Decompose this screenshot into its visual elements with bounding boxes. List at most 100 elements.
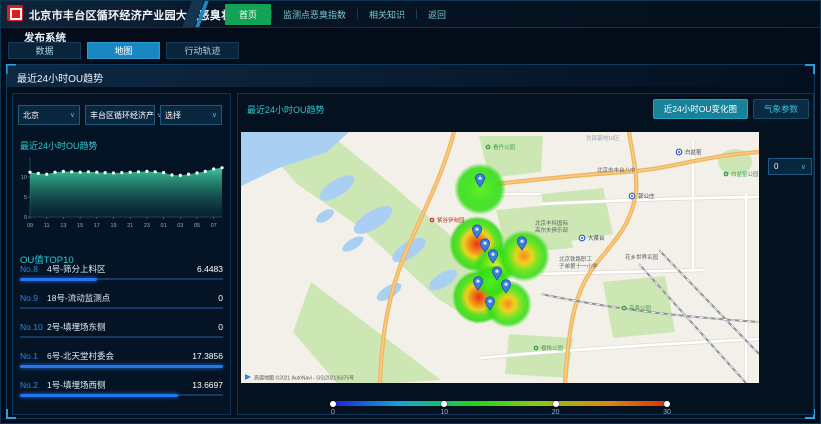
rank-label: No.1 xyxy=(20,351,47,362)
map-panel-title: 最近24小时OU趋势 xyxy=(247,103,325,116)
svg-text:花乡世界名园: 花乡世界名园 xyxy=(625,253,659,261)
legend-tick-label: 10 xyxy=(440,409,448,416)
dashboard-root: 北京市丰台区循环经济产业园大气恶臭状况实时 首页 监测点恶臭指数 相关知识 返回… xyxy=(0,0,821,424)
site-name: 1号-填埋场西侧 xyxy=(47,380,192,391)
city-select[interactable]: 北京 ∨ xyxy=(18,105,80,125)
sidebar-panel: 北京 ∨ 丰台区循环经济产 ∨ 选择 ∨ 最近24小时OU趋势 05100911… xyxy=(12,93,231,415)
tab-data[interactable]: 数据 xyxy=(8,42,81,59)
ou-color-legend: 0 10 20 30 xyxy=(333,400,667,418)
legend-tick-marker xyxy=(664,401,670,407)
rank-label: No.2 xyxy=(20,380,47,391)
svg-text:紫谷伊甸园: 紫谷伊甸园 xyxy=(437,216,465,224)
legend-gradient-bar xyxy=(333,401,667,406)
top-list-row: No.8 4号-筛分上料区 6.4483 xyxy=(20,264,223,293)
svg-text:高德地图 ©2021 AutoNavi - GS(2021): 高德地图 ©2021 AutoNavi - GS(2021)6375号 xyxy=(254,375,354,382)
heatmap-map[interactable]: 看丹公园 总部基地18区白盆窑白盆窑公园 北京市丰台八中郭公庄紫谷伊甸园大葆台 北京丰… xyxy=(241,132,759,383)
svg-text:北京丰科国际: 北京丰科国际 xyxy=(535,219,569,227)
park-select[interactable]: 丰台区循环经济产 ∨ xyxy=(85,105,155,125)
svg-text:总部基地18区: 总部基地18区 xyxy=(586,134,620,142)
site-select-value: 选择 xyxy=(165,110,181,121)
top-list-row: No.2 1号-填埋场西侧 13.6697 xyxy=(20,380,223,409)
svg-text:高尔夫俱乐部: 高尔夫俱乐部 xyxy=(535,226,569,234)
map-panel: 最近24小时OU趋势 近24小时OU变化图 气象参数 看丹公园 总部基地18区白盆… xyxy=(237,93,814,415)
svg-text:北京市丰台八中: 北京市丰台八中 xyxy=(597,166,636,174)
top-list-row: No.1 6号-北天堂村委会 17.3856 xyxy=(20,351,223,380)
ou-trend-chart: 0510091113151719212301030507 xyxy=(16,151,228,229)
legend-tick-marker xyxy=(330,401,336,407)
progress-fill xyxy=(20,394,178,397)
site-name: 6号-北天堂村委会 xyxy=(47,351,192,362)
chevron-down-icon: ∨ xyxy=(801,163,806,171)
svg-text:0: 0 xyxy=(24,215,27,221)
svg-text:白盆窑公园: 白盆窑公园 xyxy=(731,170,759,178)
svg-text:05: 05 xyxy=(194,223,200,229)
svg-text:23: 23 xyxy=(144,223,150,229)
svg-text:13: 13 xyxy=(60,223,66,229)
weather-params-button[interactable]: 气象参数 xyxy=(753,99,809,119)
top-list-row: No.9 18号-流动监测点 0 xyxy=(20,293,223,322)
panel-header xyxy=(7,65,814,87)
park-select-value: 丰台区循环经济产 xyxy=(90,110,154,121)
svg-text:01: 01 xyxy=(161,223,167,229)
map-layer-select-value: 0 xyxy=(774,162,778,171)
tab-track[interactable]: 行动轨迹 xyxy=(166,42,239,59)
chevron-down-icon: ∨ xyxy=(212,111,217,119)
city-select-value: 北京 xyxy=(23,110,39,121)
svg-text:樱桃公园: 樱桃公园 xyxy=(541,344,564,352)
svg-text:大葆台: 大葆台 xyxy=(588,234,605,242)
map-panel-buttons: 近24小时OU变化图 气象参数 xyxy=(653,99,809,119)
svg-text:郭公庄: 郭公庄 xyxy=(638,192,655,200)
panel-title: 最近24小时OU趋势 xyxy=(17,70,103,85)
legend-tick-label: 20 xyxy=(552,409,560,416)
legend-tick-label: 30 xyxy=(663,409,671,416)
progress-fill xyxy=(20,278,97,281)
ou-change-map-button[interactable]: 近24小时OU变化图 xyxy=(653,99,748,119)
map-layer-select[interactable]: 0 ∨ xyxy=(768,158,812,175)
svg-text:21: 21 xyxy=(127,223,133,229)
tab-map[interactable]: 地图 xyxy=(87,42,160,59)
top-navbar: 北京市丰台区循环经济产业园大气恶臭状况实时 首页 监测点恶臭指数 相关知识 返回 xyxy=(1,1,820,28)
svg-text:白盆窑: 白盆窑 xyxy=(685,148,702,156)
rank-label: No.8 xyxy=(20,264,47,275)
svg-text:10: 10 xyxy=(21,175,27,181)
ou-value: 0 xyxy=(218,293,223,304)
nav-item-odor-index[interactable]: 监测点恶臭指数 xyxy=(272,4,357,25)
svg-text:09: 09 xyxy=(27,223,33,229)
legend-tick-label: 0 xyxy=(331,409,335,416)
ou-trend-panel: 最近24小时OU趋势 北京 ∨ 丰台区循环经济产 ∨ 选择 ∨ 最近24小时OU… xyxy=(6,64,815,419)
nav-item-knowledge[interactable]: 相关知识 xyxy=(358,4,416,25)
main-nav: 首页 监测点恶臭指数 相关知识 返回 xyxy=(225,1,457,27)
ou-value: 17.3856 xyxy=(192,351,223,362)
svg-text:17: 17 xyxy=(94,223,100,229)
site-select[interactable]: 选择 ∨ xyxy=(160,105,222,125)
svg-text:07: 07 xyxy=(211,223,217,229)
filter-selects: 北京 ∨ 丰台区循环经济产 ∨ 选择 ∨ xyxy=(18,105,222,125)
ou-value: 13.6697 xyxy=(192,380,223,391)
rank-label: No.10 xyxy=(20,322,47,333)
nav-item-back[interactable]: 返回 xyxy=(417,4,457,25)
app-logo-icon xyxy=(7,5,23,21)
progress-track xyxy=(20,307,223,309)
svg-text:子弟第十一小学: 子弟第十一小学 xyxy=(559,262,598,270)
legend-tick-marker xyxy=(441,401,447,407)
nav-item-home[interactable]: 首页 xyxy=(225,4,271,25)
legend-tick-marker xyxy=(553,401,559,407)
chevron-down-icon: ∨ xyxy=(70,111,75,119)
svg-text:高鑫公园: 高鑫公园 xyxy=(629,304,652,312)
svg-text:03: 03 xyxy=(177,223,183,229)
top-list-row: No.10 2号-填埋场东侧 0 xyxy=(20,322,223,351)
site-name: 4号-筛分上料区 xyxy=(47,264,197,275)
svg-text:11: 11 xyxy=(44,223,50,229)
svg-text:看丹公园: 看丹公园 xyxy=(493,143,516,151)
progress-fill xyxy=(20,365,223,368)
svg-text:19: 19 xyxy=(110,223,116,229)
svg-text:5: 5 xyxy=(24,195,27,201)
rank-label: No.9 xyxy=(20,293,47,304)
svg-text:北京铁路职工: 北京铁路职工 xyxy=(559,255,593,263)
ou-value: 0 xyxy=(218,322,223,333)
site-name: 2号-填埋场东侧 xyxy=(47,322,218,333)
site-name: 18号-流动监测点 xyxy=(47,293,218,304)
view-tabs: 数据 地图 行动轨迹 xyxy=(8,42,239,59)
ou-top-list: No.8 4号-筛分上料区 6.4483 No.9 18号-流动监测点 0 xyxy=(20,264,223,409)
progress-track xyxy=(20,336,223,338)
